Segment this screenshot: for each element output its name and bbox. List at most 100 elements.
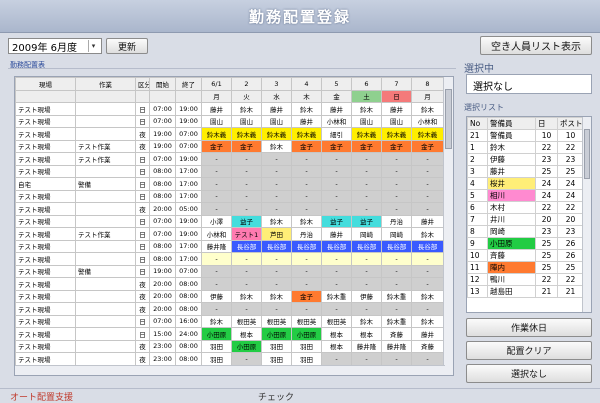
- assignment-cell[interactable]: -: [231, 277, 262, 291]
- assignment-cell[interactable]: 伊藤: [201, 289, 232, 303]
- assignment-cell[interactable]: -: [321, 277, 352, 291]
- assignment-cell[interactable]: 羽田: [291, 352, 322, 366]
- assignment-cell[interactable]: 鈴木: [411, 102, 444, 116]
- assignment-cell[interactable]: 金子: [381, 139, 412, 153]
- assignment-cell[interactable]: 金子: [291, 139, 322, 153]
- list-vertical-scrollbar[interactable]: [582, 117, 591, 312]
- assignment-cell[interactable]: 細引: [321, 127, 352, 141]
- assignment-cell[interactable]: -: [291, 277, 322, 291]
- assignment-cell[interactable]: -: [201, 264, 232, 278]
- assignment-cell[interactable]: 長谷部: [231, 239, 262, 253]
- assignment-cell[interactable]: 鈴木義: [351, 127, 382, 141]
- list-item[interactable]: 21 警備員 10 10: [467, 129, 584, 142]
- assignment-cell[interactable]: 鈴木: [351, 102, 382, 116]
- assignment-cell[interactable]: -: [291, 302, 322, 316]
- assignment-cell[interactable]: -: [231, 189, 262, 203]
- assignment-cell[interactable]: -: [411, 152, 444, 166]
- assignment-cell[interactable]: -: [291, 152, 322, 166]
- deselect-button[interactable]: 選択なし: [466, 364, 592, 383]
- assignment-cell[interactable]: 藤井: [411, 327, 444, 341]
- assignment-cell[interactable]: 益子: [321, 214, 352, 228]
- work-off-button[interactable]: 作業休日: [466, 318, 592, 337]
- assignment-cell[interactable]: -: [261, 302, 292, 316]
- table-row[interactable]: 自宅 警備日 08:00 17:00- - - - - - - -: [15, 177, 444, 191]
- assignment-cell[interactable]: -: [231, 164, 262, 178]
- assignment-cell[interactable]: -: [321, 152, 352, 166]
- assignment-cell[interactable]: -: [321, 164, 352, 178]
- assignment-cell[interactable]: 金子: [411, 139, 444, 153]
- assignment-cell[interactable]: 鈴木: [231, 289, 262, 303]
- list-item[interactable]: 10 斉藤 25 26: [467, 249, 584, 262]
- assignment-cell[interactable]: -: [351, 152, 382, 166]
- assignment-cell[interactable]: 岡崎: [351, 227, 382, 241]
- table-row[interactable]: テスト現場夜 23:00 08:00 羽田 小田原 羽田 羽田 根本 藤井隆 藤井隆 斉藤: [15, 339, 444, 353]
- assignment-grid[interactable]: 現場作業区分開始終了6/12345678月火水木金土日月テスト現場日07:001…: [14, 76, 454, 376]
- assignment-cell[interactable]: 長谷部: [381, 239, 412, 253]
- list-item[interactable]: 7 井川 20 20: [467, 213, 584, 226]
- assignment-cell[interactable]: -: [261, 252, 292, 266]
- assignment-cell[interactable]: -: [381, 302, 412, 316]
- assignment-cell[interactable]: 鈴木: [261, 214, 292, 228]
- assignment-cell[interactable]: 小林和: [321, 114, 352, 128]
- assignment-cell[interactable]: -: [351, 302, 382, 316]
- assignment-cell[interactable]: -: [351, 177, 382, 191]
- assignment-cell[interactable]: 小田原: [231, 339, 262, 353]
- assignment-cell[interactable]: 藤井: [201, 102, 232, 116]
- assignment-cell[interactable]: 根田英: [231, 314, 262, 328]
- assignment-cell[interactable]: -: [381, 177, 412, 191]
- assignment-cell[interactable]: -: [381, 152, 412, 166]
- table-row[interactable]: テスト現場夜 23:00 08:00 羽田 - 羽田 羽田 - - - -: [15, 352, 444, 366]
- assignment-cell[interactable]: -: [411, 164, 444, 178]
- assignment-cell[interactable]: 金子: [321, 139, 352, 153]
- table-row[interactable]: テスト現場夜 20:00 08:00 伊藤 鈴木 鈴木 金子 鈴木重 伊藤 鈴木重 鈴木: [15, 289, 444, 303]
- assignment-cell[interactable]: -: [231, 352, 262, 366]
- assignment-cell[interactable]: -: [261, 164, 292, 178]
- assignment-cell[interactable]: -: [351, 252, 382, 266]
- month-picker[interactable]: 2009年 6月度 ▾: [8, 38, 102, 54]
- assignment-cell[interactable]: -: [321, 177, 352, 191]
- assignment-cell[interactable]: -: [201, 164, 232, 178]
- assignment-cell[interactable]: 藤井: [291, 114, 322, 128]
- assignment-cell[interactable]: 長谷部: [291, 239, 322, 253]
- assignment-cell[interactable]: -: [381, 189, 412, 203]
- assignment-cell[interactable]: -: [351, 164, 382, 178]
- assignment-cell[interactable]: -: [261, 177, 292, 191]
- assignment-cell[interactable]: 根本: [321, 327, 352, 341]
- assignment-cell[interactable]: -: [291, 264, 322, 278]
- vacancy-list-button[interactable]: 空き人員リスト表示: [480, 36, 592, 55]
- list-item[interactable]: 11 陣内 25 25: [467, 261, 584, 274]
- assignment-cell[interactable]: -: [201, 177, 232, 191]
- table-row[interactable]: テスト現場日 07:00 16:00 鈴木 根田英 根田英 根田英 根田英 鈴木 鈴木重 鈴木: [15, 314, 444, 328]
- assignment-cell[interactable]: -: [291, 202, 322, 216]
- assignment-cell[interactable]: -: [381, 277, 412, 291]
- scrollbar-thumb[interactable]: [584, 129, 590, 179]
- table-row[interactable]: テスト現場日 07:00 19:00 園山 園山 園山 藤井 小林和 園山 園山 小林和: [15, 114, 444, 128]
- list-item[interactable]: 6 木村 22 22: [467, 201, 584, 214]
- assignment-cell[interactable]: 益子: [351, 214, 382, 228]
- assignment-cell[interactable]: 芦田: [261, 227, 292, 241]
- table-row[interactable]: テスト現場 テスト作業夜 19:00 07:00 金子 金子 鈴木 金子 金子 金子 金子 金子: [15, 139, 444, 153]
- assignment-cell[interactable]: 根田英: [321, 314, 352, 328]
- assignment-cell[interactable]: 鈴木: [291, 102, 322, 116]
- assignment-cell[interactable]: -: [411, 302, 444, 316]
- assignment-cell[interactable]: 丹治: [381, 214, 412, 228]
- assignment-cell[interactable]: -: [411, 252, 444, 266]
- assignment-cell[interactable]: 藤井隆: [201, 239, 232, 253]
- assignment-cell[interactable]: 小林和: [411, 114, 444, 128]
- assignment-cell[interactable]: 羽田: [201, 352, 232, 366]
- assignment-cell[interactable]: -: [201, 152, 232, 166]
- assignment-cell[interactable]: 鈴木義: [381, 127, 412, 141]
- list-item[interactable]: 9 小田原 25 26: [467, 237, 584, 250]
- list-item[interactable]: 1 鈴木 22 22: [467, 141, 584, 154]
- assignment-cell[interactable]: 根田英: [291, 314, 322, 328]
- assignment-cell[interactable]: -: [231, 252, 262, 266]
- assignment-cell[interactable]: -: [411, 189, 444, 203]
- table-row[interactable]: テスト現場 警備日 19:00 07:00- - - - - - - -: [15, 264, 444, 278]
- assignment-cell[interactable]: -: [351, 264, 382, 278]
- assignment-cell[interactable]: -: [381, 264, 412, 278]
- assignment-cell[interactable]: 羽田: [291, 339, 322, 353]
- assignment-cell[interactable]: 羽田: [261, 352, 292, 366]
- table-row[interactable]: テスト現場日 15:00 24:00 小田原 根本 小田原 小田原 根本 根本 斉藤 藤井: [15, 327, 444, 341]
- table-row[interactable]: テスト現場夜 19:00 07:00 鈴木義 鈴木義 鈴木義 鈴木義 細引 鈴木義 鈴木義 鈴木義: [15, 127, 444, 141]
- assignment-cell[interactable]: 羽田: [201, 339, 232, 353]
